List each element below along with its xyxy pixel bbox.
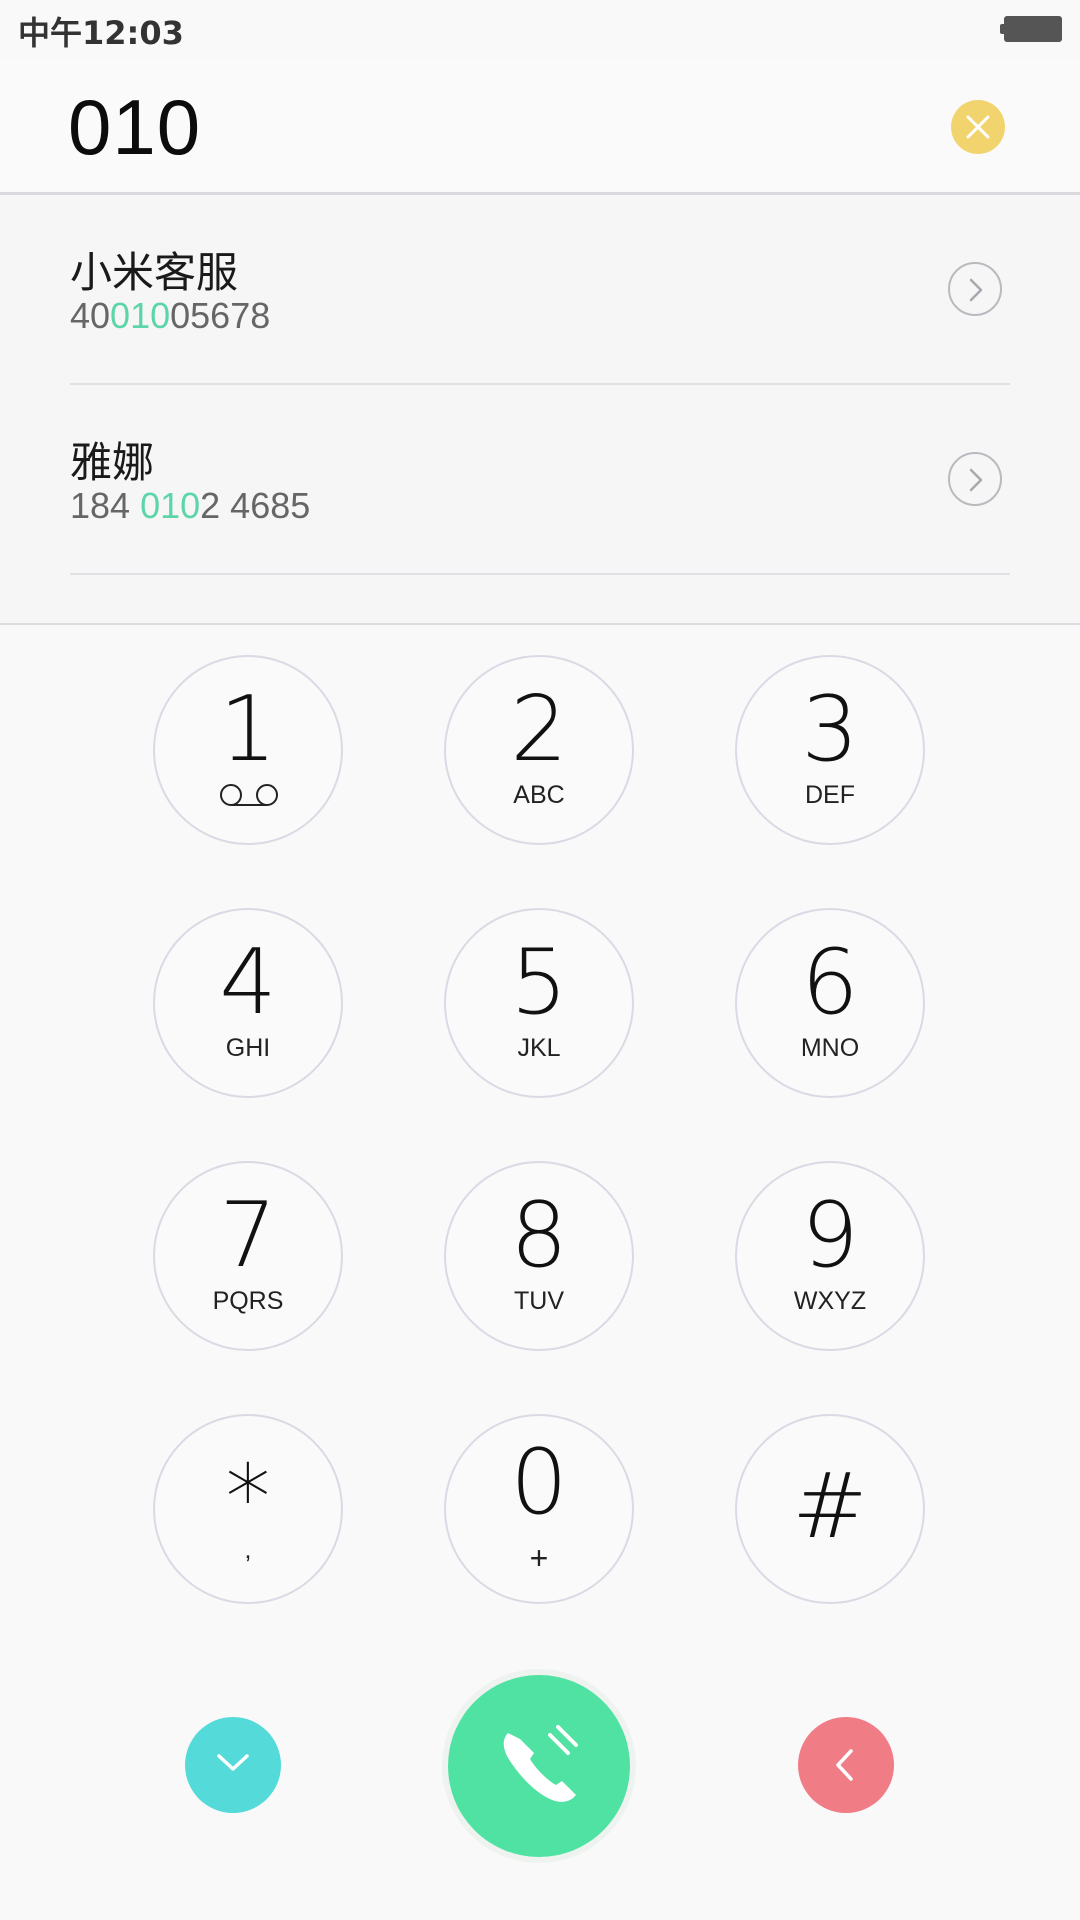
- status-bar: 中午12:03: [0, 0, 1080, 60]
- clear-button[interactable]: [951, 100, 1005, 154]
- chevron-left-icon: [836, 1749, 853, 1781]
- key-6[interactable]: 6 MNO: [735, 908, 925, 1098]
- contact-number: 184 0102 4685: [70, 485, 311, 526]
- contact-results: 小米客服 4001005678 雅娜 184 0102 4685: [0, 195, 1080, 625]
- contact-name: 小米客服: [70, 248, 239, 297]
- hide-keypad-button[interactable]: [185, 1717, 281, 1813]
- dialed-number[interactable]: 010: [68, 82, 201, 173]
- contact-detail-button[interactable]: [948, 452, 1002, 506]
- key-0[interactable]: 0 +: [444, 1414, 634, 1604]
- battery-icon: [1000, 16, 1062, 42]
- contact-result-item[interactable]: 雅娜 184 0102 4685: [0, 385, 1080, 575]
- chevron-down-icon: [217, 1754, 249, 1771]
- chevron-right-icon: [969, 468, 983, 492]
- contact-result-item[interactable]: 小米客服 4001005678: [0, 195, 1080, 385]
- voicemail-icon: [220, 784, 278, 806]
- key-5[interactable]: 5 JKL: [444, 908, 634, 1098]
- contact-detail-button[interactable]: [948, 262, 1002, 316]
- key-3[interactable]: 3 DEF: [735, 655, 925, 845]
- key-1[interactable]: 1: [153, 655, 343, 845]
- number-match-highlight: 010: [140, 485, 201, 526]
- key-hash[interactable]: #: [735, 1414, 925, 1604]
- close-icon: [966, 115, 990, 139]
- call-button[interactable]: [448, 1675, 630, 1857]
- key-9[interactable]: 9 WXYZ: [735, 1161, 925, 1351]
- divider: [70, 573, 1010, 575]
- key-2[interactable]: 2 ABC: [444, 655, 634, 845]
- status-time: 中午12:03: [18, 14, 184, 52]
- key-7[interactable]: 7 PQRS: [153, 1161, 343, 1351]
- chevron-right-icon: [969, 278, 983, 302]
- key-4[interactable]: 4 GHI: [153, 908, 343, 1098]
- phone-icon: [503, 1725, 578, 1802]
- contact-name: 雅娜: [70, 438, 155, 487]
- key-star[interactable]: * ,: [153, 1414, 343, 1604]
- action-bar: [0, 1650, 1080, 1920]
- dial-display: 010: [0, 60, 1080, 195]
- contact-number: 4001005678: [70, 295, 271, 336]
- key-8[interactable]: 8 TUV: [444, 1161, 634, 1351]
- backspace-button[interactable]: [798, 1717, 894, 1813]
- number-match-highlight: 010: [110, 295, 171, 336]
- keypad: 1 2 ABC 3 DEF 4 GHI 5 JKL 6 MNO 7 PQRS 8…: [0, 625, 1080, 1625]
